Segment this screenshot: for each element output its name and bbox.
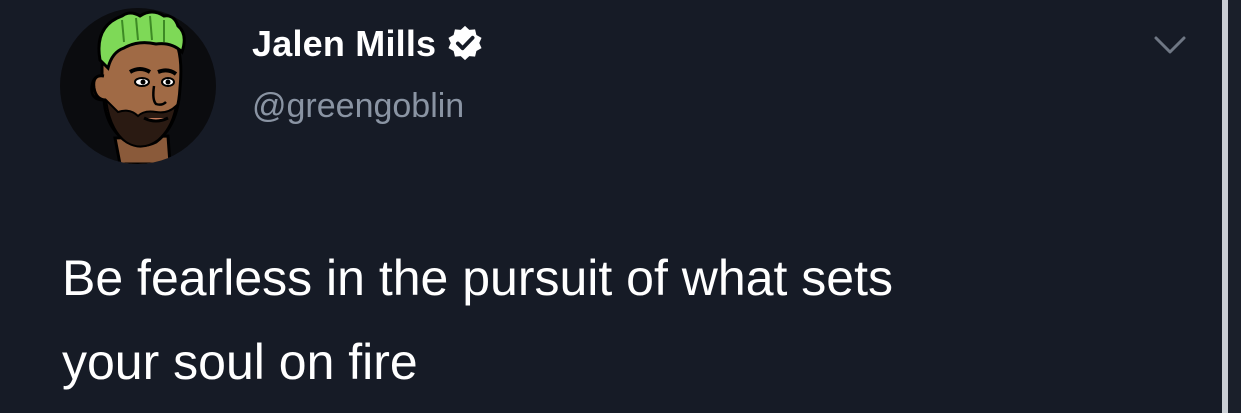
tweet-text-line-1: Be fearless in the pursuit of what sets xyxy=(62,250,893,306)
scrollbar-gutter xyxy=(1228,0,1241,413)
display-name[interactable]: Jalen Mills xyxy=(252,22,484,66)
tweet-card: Jalen Mills @greengoblin Be fearless in … xyxy=(0,0,1241,413)
display-name-text[interactable]: Jalen Mills xyxy=(252,23,436,64)
tweet-text: Be fearless in the pursuit of what sets … xyxy=(62,236,1182,404)
user-handle[interactable]: @greengoblin xyxy=(252,84,464,128)
tweet-text-line-2: your soul on fire xyxy=(62,334,418,390)
avatar-illustration xyxy=(90,10,186,164)
avatar[interactable] xyxy=(60,8,216,164)
verified-badge-icon xyxy=(448,26,482,61)
chevron-down-icon[interactable] xyxy=(1150,30,1190,60)
